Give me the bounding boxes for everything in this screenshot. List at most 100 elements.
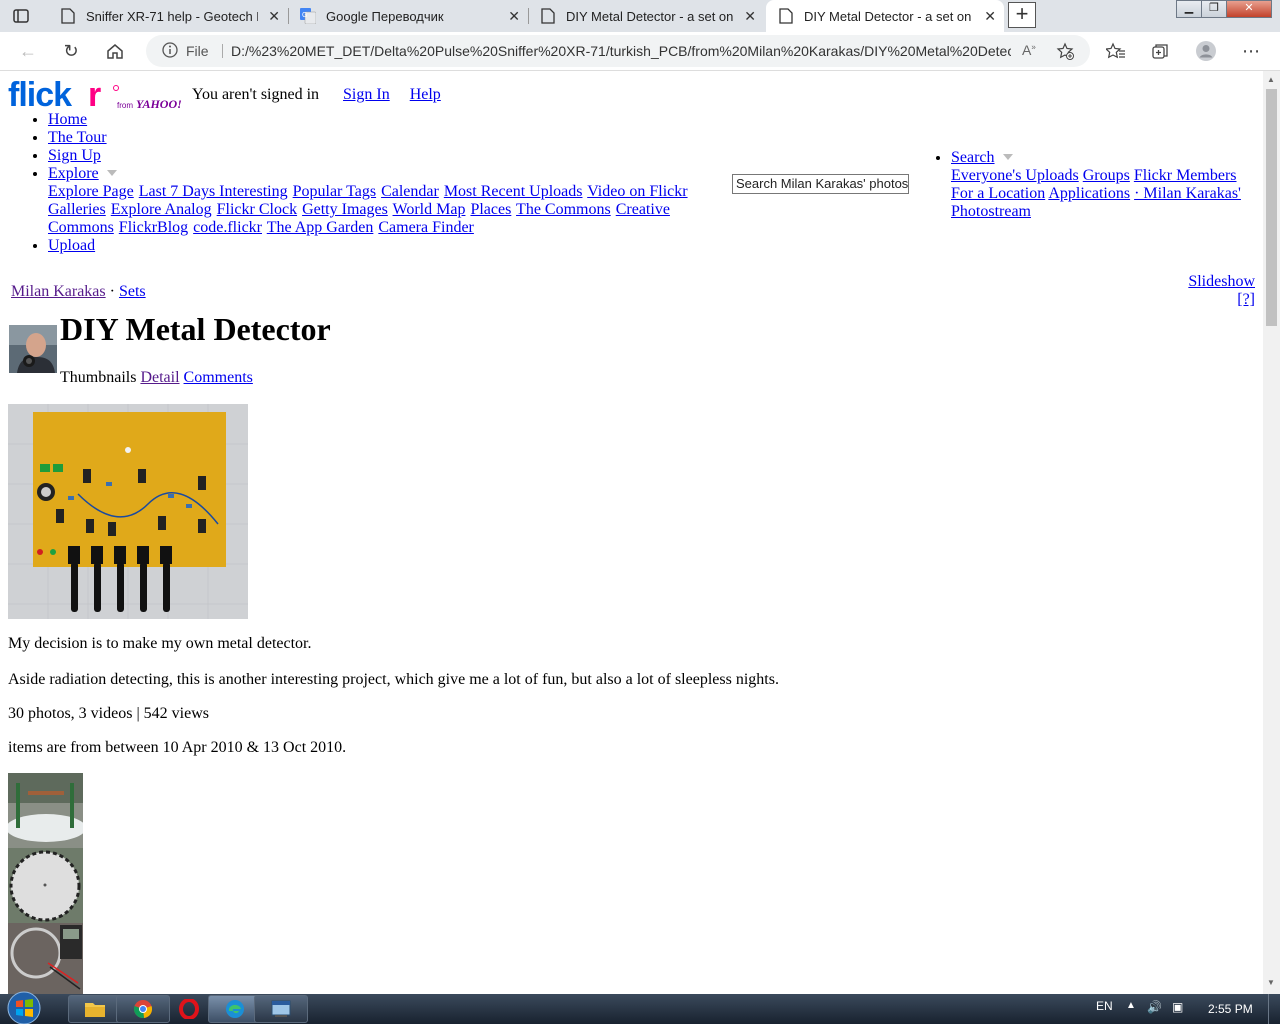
page-scrollbar[interactable]: ▲ ▼	[1263, 71, 1280, 994]
explore-link[interactable]: Explore Analog	[111, 201, 212, 218]
collections-icon[interactable]	[1147, 38, 1173, 64]
search-option-link[interactable]: Groups	[1083, 167, 1130, 184]
read-aloud-icon[interactable]: A»	[1022, 42, 1036, 58]
explore-link[interactable]: Getty Images	[302, 201, 388, 218]
avatar[interactable]	[9, 325, 57, 373]
add-favorite-icon[interactable]	[1056, 42, 1074, 63]
set-date-range: items are from between 10 Apr 2010 & 13 …	[8, 739, 347, 756]
search-link[interactable]: Search	[951, 149, 995, 166]
maximize-window-button[interactable]: ❐	[1201, 0, 1227, 18]
explore-link[interactable]: Most Recent Uploads	[444, 183, 583, 200]
info-icon[interactable]	[162, 42, 178, 58]
tab-title: DIY Metal Detector - a set on Flickr	[804, 8, 974, 24]
minimize-window-button[interactable]: ▁	[1176, 0, 1202, 18]
nav-signup-link[interactable]: Sign Up	[48, 147, 101, 164]
sign-in-link[interactable]: Sign In	[343, 86, 390, 103]
explore-link[interactable]: World Map	[393, 201, 466, 218]
home-icon[interactable]	[102, 38, 128, 64]
browser-tab-strip: Sniffer XR-71 help - Geotech Forum ✕ G G…	[0, 0, 1280, 32]
explore-link[interactable]: Video on Flickr	[587, 183, 687, 200]
not-signed-in-text: You aren't signed in	[192, 86, 320, 103]
browser-toolbar: ← ↻ File D:/%23%20MET_DET/Delta%20Pulse%…	[0, 32, 1280, 71]
explore-link[interactable]: Flickr Clock	[217, 201, 297, 218]
url-text[interactable]: D:/%23%20MET_DET/Delta%20Pulse%20Sniffer…	[231, 43, 1011, 59]
scrollbar-thumb[interactable]	[1266, 89, 1277, 326]
explore-link[interactable]: The App Garden	[267, 219, 374, 236]
breadcrumb-user-link[interactable]: Milan Karakas	[11, 283, 106, 300]
search-option-link[interactable]: Flickr Members	[1134, 167, 1237, 184]
nav-upload-link[interactable]: Upload	[48, 237, 95, 254]
favorites-icon[interactable]	[1103, 38, 1129, 64]
explore-link[interactable]: Galleries	[48, 201, 106, 218]
explore-link[interactable]: Last 7 Days Interesting	[139, 183, 288, 200]
nav-item-home: Home	[48, 111, 728, 129]
browser-tab-2[interactable]: G Google Переводчик ✕	[288, 0, 528, 32]
slideshow-help-link[interactable]: [?]	[1237, 291, 1255, 308]
chevron-down-icon[interactable]	[1002, 154, 1013, 160]
tab-actions-icon[interactable]	[12, 7, 30, 25]
set-description-2: Aside radiation detecting, this is anoth…	[8, 671, 779, 688]
set-description-1: My decision is to make my own metal dete…	[8, 635, 312, 652]
browser-tab-3[interactable]: DIY Metal Detector - a set on Flickr ✕	[528, 0, 764, 32]
tab-title: Sniffer XR-71 help - Geotech Forum	[86, 8, 258, 24]
search-option-link[interactable]: For a Location	[951, 185, 1045, 202]
chevron-down-icon[interactable]	[106, 170, 117, 176]
show-desktop-button[interactable]	[1268, 994, 1280, 1024]
file-explorer-icon[interactable]	[68, 995, 122, 1023]
close-tab-icon[interactable]: ✕	[744, 8, 756, 25]
search-option-link[interactable]: Applications	[1048, 185, 1130, 202]
close-tab-icon[interactable]: ✕	[268, 8, 280, 25]
nav-home-link[interactable]: Home	[48, 111, 87, 128]
tab-comments[interactable]: Comments	[184, 369, 253, 386]
scroll-up-icon[interactable]: ▲	[1267, 75, 1275, 84]
browser-tab-1[interactable]: Sniffer XR-71 help - Geotech Forum ✕	[48, 0, 288, 32]
new-tab-button[interactable]: +	[1008, 2, 1036, 28]
refresh-icon[interactable]: ↻	[58, 38, 84, 64]
nav-tour-link[interactable]: The Tour	[48, 129, 107, 146]
explore-link[interactable]: Camera Finder	[378, 219, 474, 236]
explore-link[interactable]: Calendar	[381, 183, 439, 200]
close-window-button[interactable]: ✕	[1226, 0, 1272, 18]
page-icon	[778, 8, 794, 24]
sign-in-status: You aren't signed in Sign In Help	[192, 86, 441, 104]
set-primary-photo[interactable]	[8, 404, 248, 619]
help-link[interactable]: Help	[410, 86, 441, 103]
scroll-down-icon[interactable]: ▼	[1267, 978, 1275, 987]
explore-link[interactable]: Popular Tags	[293, 183, 376, 200]
explore-link[interactable]: Places	[470, 201, 511, 218]
nav-explore-link[interactable]: Explore	[48, 165, 99, 182]
tray-expand-icon[interactable]: ▲	[1126, 1000, 1136, 1011]
search-menu-item: Search Everyone's Uploads Groups Flickr …	[951, 149, 1251, 221]
photo-thumbnail[interactable]	[8, 923, 83, 994]
breadcrumb: Milan Karakas · Sets	[11, 283, 146, 301]
search-option-link[interactable]: Everyone's Uploads	[951, 167, 1079, 184]
url-scheme: File	[186, 43, 209, 59]
explore-link[interactable]: The Commons	[516, 201, 611, 218]
slideshow-link[interactable]: Slideshow	[1188, 273, 1255, 290]
clock[interactable]: 2:55 PM	[1208, 1002, 1253, 1016]
nav-item-upload: Upload	[48, 237, 728, 255]
volume-icon[interactable]: 🔊	[1147, 1000, 1162, 1014]
close-tab-icon[interactable]: ✕	[508, 8, 520, 25]
browser-tab-4-active[interactable]: DIY Metal Detector - a set on Flickr ✕	[766, 0, 1004, 32]
breadcrumb-separator: ·	[109, 283, 115, 300]
app-window-icon[interactable]	[254, 995, 308, 1023]
page-icon	[60, 8, 76, 24]
address-bar[interactable]: File D:/%23%20MET_DET/Delta%20Pulse%20Sn…	[146, 35, 1090, 67]
search-input[interactable]: Search Milan Karakas' photos	[732, 174, 909, 194]
photo-thumbnail[interactable]	[8, 848, 83, 923]
profile-avatar-icon[interactable]	[1193, 38, 1219, 64]
explore-link[interactable]: code.flickr	[193, 219, 262, 236]
start-button-icon[interactable]	[4, 990, 44, 1024]
tab-title: DIY Metal Detector - a set on Flickr	[566, 8, 734, 24]
language-indicator[interactable]: EN	[1096, 999, 1113, 1013]
back-icon[interactable]: ←	[15, 38, 41, 64]
tab-detail[interactable]: Detail	[140, 369, 179, 386]
explore-link[interactable]: FlickrBlog	[119, 219, 188, 236]
explore-link[interactable]: Explore Page	[48, 183, 134, 200]
close-tab-icon[interactable]: ✕	[984, 8, 996, 25]
breadcrumb-sets-link[interactable]: Sets	[119, 283, 146, 300]
photo-thumbnail[interactable]	[6, 773, 86, 848]
more-menu-icon[interactable]: ⋯	[1238, 38, 1264, 64]
network-icon[interactable]: ▣	[1172, 1000, 1183, 1014]
